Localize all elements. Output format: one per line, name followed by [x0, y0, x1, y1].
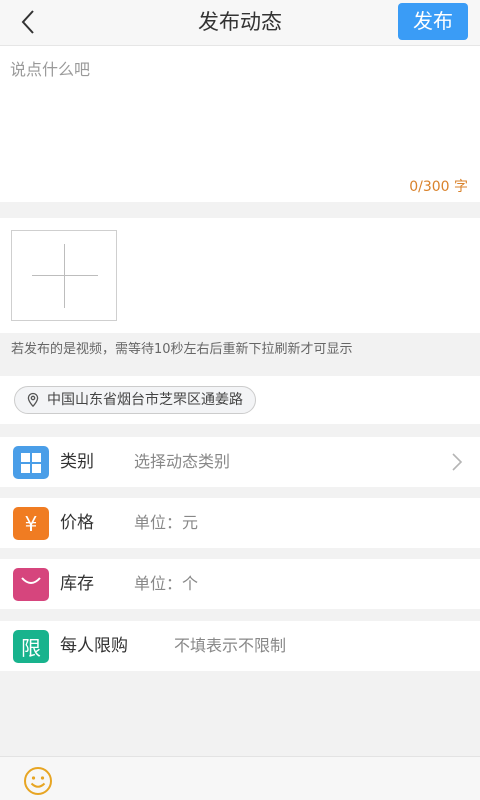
price-unit-value: 单位：元 — [134, 513, 199, 532]
video-hint-text: 若发布的是视频，需等待10秒左右后重新下拉刷新才可显示 — [11, 342, 353, 357]
stock-row[interactable]: 库存 单位：个 — [0, 559, 480, 609]
bottom-toolbar — [0, 756, 480, 800]
composer-panel: 0/300 字 — [0, 46, 480, 202]
bag-icon — [13, 568, 49, 601]
chevron-right-icon — [452, 453, 463, 471]
char-counter: 0/300 字 — [409, 179, 468, 195]
grid-icon — [13, 446, 49, 479]
publish-button[interactable]: 发布 — [398, 3, 468, 40]
post-text-input[interactable] — [10, 56, 470, 156]
purchase-limit-label: 每人限购 — [60, 636, 128, 656]
price-label: 价格 — [60, 513, 94, 533]
media-panel — [0, 218, 480, 333]
category-value: 选择动态类别 — [134, 452, 231, 471]
yen-icon: ¥ — [13, 507, 49, 540]
purchase-limit-row[interactable]: 限 每人限购 不填表示不限制 — [0, 621, 480, 671]
price-row[interactable]: ¥ 价格 单位：元 — [0, 498, 480, 548]
limit-icon: 限 — [13, 630, 49, 663]
stock-unit-value: 单位：个 — [134, 574, 199, 593]
top-bar: 发布动态 发布 — [0, 0, 480, 46]
category-row[interactable]: 类别 选择动态类别 — [0, 437, 480, 487]
stock-label: 库存 — [60, 574, 94, 594]
purchase-limit-value: 不填表示不限制 — [174, 636, 287, 655]
emoji-icon[interactable] — [23, 766, 53, 796]
add-media-button[interactable] — [11, 230, 117, 321]
location-pin-icon — [27, 392, 39, 408]
location-chip[interactable]: 中国山东省烟台市芝罘区通姜路 — [14, 386, 256, 414]
location-text: 中国山东省烟台市芝罘区通姜路 — [47, 392, 243, 408]
location-panel: 中国山东省烟台市芝罘区通姜路 — [0, 376, 480, 424]
category-label: 类别 — [60, 452, 94, 472]
